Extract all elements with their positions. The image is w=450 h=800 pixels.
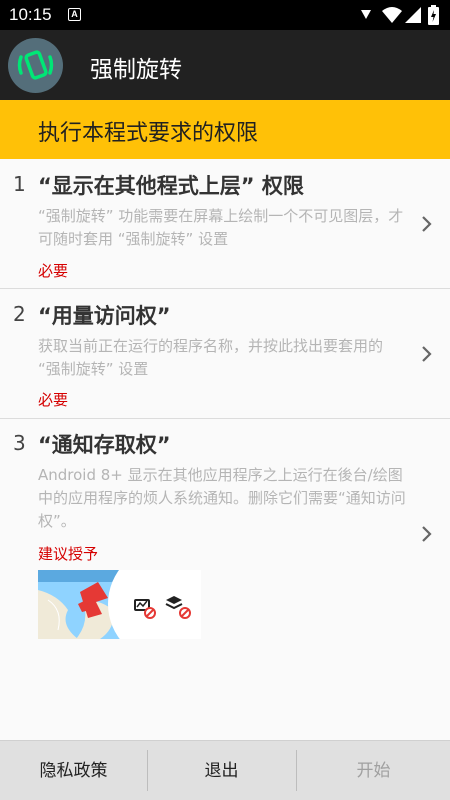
notification-a-icon: A: [68, 8, 81, 21]
cell-signal-icon: [405, 7, 421, 23]
item-title: “用量访问权”: [38, 304, 171, 328]
chevron-right-icon: [422, 526, 432, 542]
required-tag: 必要: [38, 262, 69, 280]
battery-charging-icon: [428, 5, 439, 25]
app-title: 强制旋转: [90, 57, 182, 83]
signal-icon: [361, 10, 371, 19]
wifi-icon: [382, 7, 402, 23]
item-number: 2: [13, 302, 26, 326]
status-time: 10:15: [9, 5, 52, 24]
item-description: Android 8+ 显示在其他应用程序之上运行在後台/绘图中的应用程序的烦人系…: [38, 466, 406, 530]
rotate-phone-icon: [8, 38, 63, 93]
permission-item-usage-access[interactable]: 2 “用量访问权” 获取当前正在运行的程序名称，并按此找出要套用的 “强制旋转”…: [0, 289, 450, 419]
item-title: “通知存取权”: [38, 433, 171, 457]
chevron-right-icon: [422, 216, 432, 232]
start-button[interactable]: 开始: [297, 741, 450, 800]
item-description: 获取当前正在运行的程序名称，并按此找出要套用的 “强制旋转” 设置: [38, 337, 384, 378]
banner-title: 执行本程式要求的权限: [38, 121, 259, 146]
required-tag: 必要: [38, 391, 69, 409]
permission-item-overlay[interactable]: 1 “显示在其他程式上层” 权限 “强制旋转” 功能需要在屏幕上绘制一个不可见图…: [0, 159, 450, 289]
notification-block-illustration: [38, 570, 201, 639]
exit-button[interactable]: 退出: [148, 741, 295, 800]
permissions-banner: 执行本程式要求的权限: [0, 100, 450, 159]
app-bar: 强制旋转: [0, 30, 450, 100]
item-number: 3: [13, 431, 26, 455]
item-description: “强制旋转” 功能需要在屏幕上绘制一个不可见图层，才可随时套用 “强制旋转” 设…: [38, 207, 404, 248]
bottom-action-bar: 隐私政策 退出 开始: [0, 740, 450, 800]
privacy-policy-button[interactable]: 隐私政策: [0, 741, 147, 800]
item-number: 1: [13, 172, 26, 196]
recommended-tag: 建议授予: [38, 545, 99, 563]
status-bar: 10:15 A: [0, 0, 450, 30]
chevron-right-icon: [422, 346, 432, 362]
item-title: “显示在其他程式上层” 权限: [38, 174, 304, 198]
